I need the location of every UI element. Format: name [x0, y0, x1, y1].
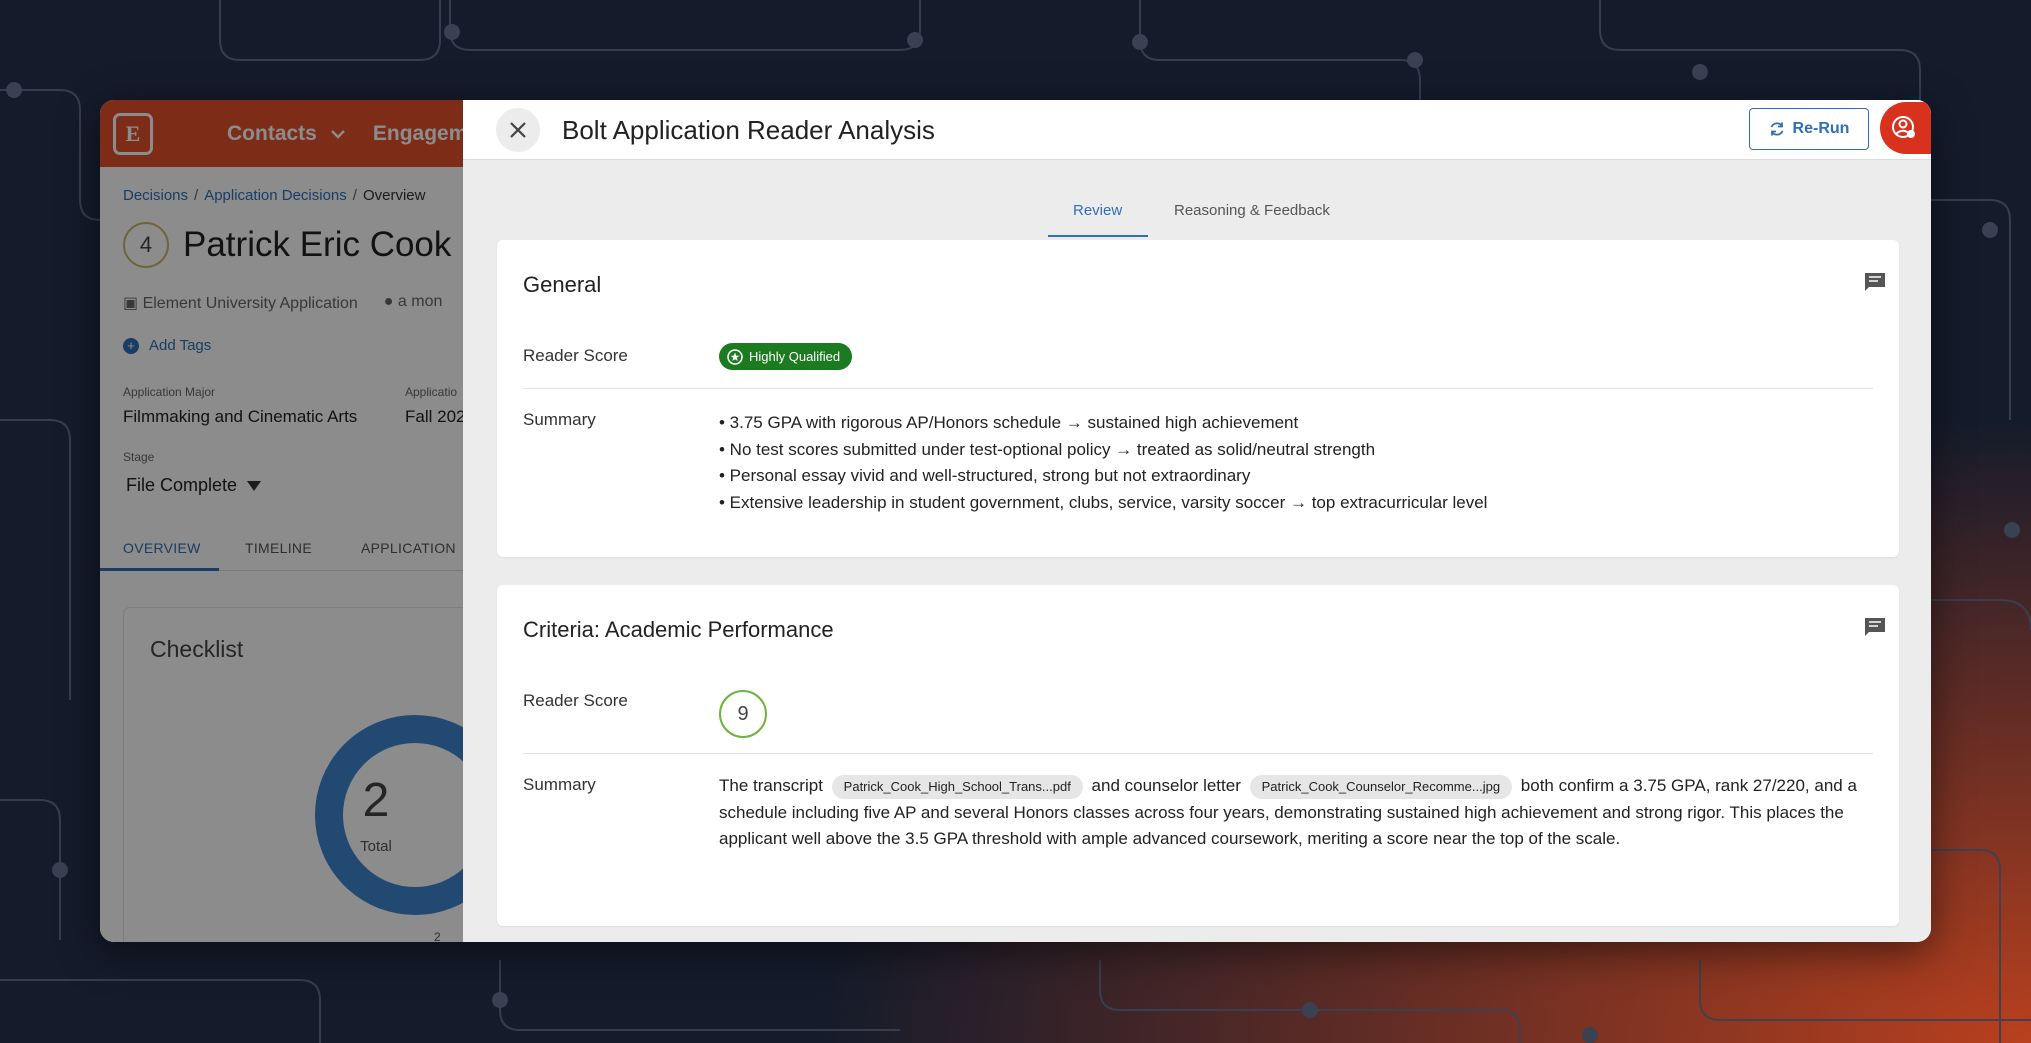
summary-bullet: • Personal essay vivid and well-structur…: [719, 466, 1251, 485]
term-label: Applicatio: [405, 385, 458, 399]
plus-icon: +: [123, 337, 139, 354]
row-divider: [523, 388, 1873, 389]
summary-bullet: • No test scores submitted under test-op…: [719, 439, 1376, 459]
tab-active-indicator: [1048, 235, 1148, 237]
chevron-down-icon: [331, 129, 345, 139]
summary-text-part: The transcript: [719, 776, 823, 795]
academic-card-title: Criteria: Academic Performance: [523, 617, 834, 642]
record-subtitle: ▣ Element University Application ● a mon: [123, 293, 442, 313]
reader-score-ring: 9: [719, 690, 767, 738]
tab-overview[interactable]: OVERVIEW: [123, 540, 201, 556]
record-name: Patrick Eric Cook: [183, 225, 452, 264]
summary-label: Summary: [523, 410, 596, 429]
application-type: ▣ Element University Application: [123, 293, 358, 313]
application-type-label: Element University Application: [142, 295, 358, 312]
checklist-title: Checklist: [150, 636, 244, 662]
breadcrumb-overview: Overview: [362, 187, 426, 204]
record-time-label: a mon: [397, 293, 443, 310]
refresh-icon: [1770, 122, 1783, 136]
rerun-label: Re-Run: [1792, 120, 1850, 137]
summary-label: Summary: [523, 775, 596, 794]
star-badge-icon: [727, 348, 743, 365]
checklist-total-label: Total: [360, 838, 392, 855]
checklist-segment-label: 2: [434, 930, 441, 942]
transcript-file-chip[interactable]: Patrick_Cook_High_School_Trans...pdf: [831, 775, 1083, 799]
breadcrumb: Decisions / Application Decisions / Overview: [123, 187, 426, 204]
tab-active-indicator: [100, 568, 219, 571]
clock-icon: ●: [383, 293, 398, 310]
checklist-total-value: 2: [362, 774, 390, 827]
reader-score-badge: Highly Qualified: [719, 343, 853, 370]
comment-icon[interactable]: [1864, 617, 1886, 637]
row-divider: [523, 753, 1873, 754]
summary-bullet-list: • 3.75 GPA with rigorous AP/Honors sched…: [719, 410, 1487, 516]
nav-contacts-label: Contacts: [227, 121, 317, 145]
record-time: ● a mon: [384, 293, 443, 313]
reader-score-badge-label: Highly Qualified: [749, 349, 841, 364]
summary-bullet: • Extensive leadership in student govern…: [719, 492, 1488, 512]
reader-score-label: Reader Score: [523, 691, 628, 710]
general-card: General Reader Score Highly Qualified Su…: [497, 240, 1899, 557]
add-tags-label: Add Tags: [149, 337, 212, 354]
drawer-tabs: Review Reasoning & Feedback: [463, 160, 1931, 240]
drawer-title: Bolt Application Reader Analysis: [562, 115, 935, 145]
summary-text-part: and counselor letter: [1091, 776, 1241, 795]
add-tags-link[interactable]: + Add Tags: [123, 337, 211, 354]
app-logo[interactable]: E: [113, 112, 153, 155]
academic-performance-card: Criteria: Academic Performance Reader Sc…: [497, 585, 1899, 926]
user-settings-button[interactable]: [1880, 102, 1931, 154]
nav-contacts[interactable]: Contacts: [227, 122, 345, 146]
tab-review[interactable]: Review: [1073, 202, 1122, 219]
drawer-header: Bolt Application Reader Analysis Re-Run: [463, 100, 1931, 160]
counselor-letter-file-chip[interactable]: Patrick_Cook_Counselor_Recomme...jpg: [1249, 775, 1513, 799]
record-score-ring: 4: [123, 222, 169, 268]
rerun-button[interactable]: Re-Run: [1749, 108, 1869, 150]
caret-down-icon: [247, 480, 262, 491]
term-value: Fall 202: [405, 407, 466, 426]
summary-bullet: • 3.75 GPA with rigorous AP/Honors sched…: [719, 413, 1299, 432]
stage-label: Stage: [123, 450, 155, 464]
user-settings-icon: [1892, 116, 1915, 138]
comment-icon[interactable]: [1864, 272, 1886, 292]
major-value: Filmmaking and Cinematic Arts: [123, 407, 358, 426]
tab-application[interactable]: APPLICATION: [361, 540, 456, 556]
general-card-title: General: [523, 272, 602, 297]
tab-timeline[interactable]: TIMELINE: [245, 540, 312, 556]
reader-score-label: Reader Score: [523, 346, 628, 365]
breadcrumb-application-decisions[interactable]: Application Decisions: [204, 187, 347, 204]
analysis-drawer: Bolt Application Reader Analysis Re-Run …: [463, 100, 1931, 942]
tab-reasoning-feedback[interactable]: Reasoning & Feedback: [1174, 202, 1330, 219]
close-icon: [510, 122, 526, 138]
stage-dropdown[interactable]: File Complete: [126, 475, 262, 496]
close-button[interactable]: [496, 108, 540, 152]
record-header: 4 Patrick Eric Cook: [123, 222, 451, 268]
major-label: Application Major: [123, 385, 216, 399]
school-icon: ▣: [123, 295, 143, 312]
breadcrumb-decisions[interactable]: Decisions: [123, 187, 188, 204]
academic-summary-text: The transcript Patrick_Cook_High_School_…: [719, 773, 1869, 853]
stage-value: File Complete: [126, 475, 238, 495]
